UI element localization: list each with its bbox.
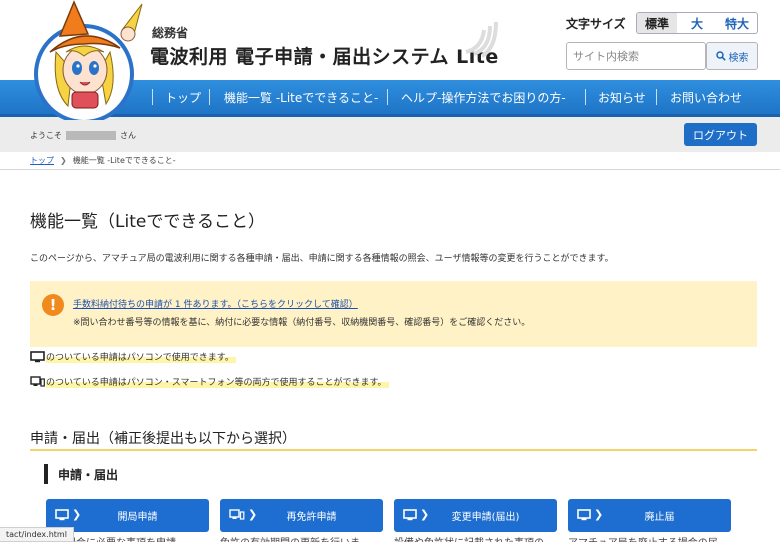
section-title: 申請・届出（補正後提出も以下から選択）: [30, 431, 296, 447]
nav-divider: [209, 89, 210, 105]
card-description: 免許の有効期間の更新を行いま: [220, 534, 383, 542]
legend-pc-mobile-text: のついている申請はパソコン・スマートフォン等の両方で使用することができます。: [46, 375, 389, 388]
breadcrumb-current: 機能一覧 -Liteでできること-: [72, 156, 176, 165]
font-size-xlarge-button[interactable]: 特大: [717, 13, 757, 33]
nav-item-features[interactable]: 機能一覧 -Liteでできること-: [224, 80, 378, 114]
legend-pc-mobile: のついている申請はパソコン・スマートフォン等の両方で使用することができます。: [30, 375, 389, 388]
nav-item-contact[interactable]: お問い合わせ: [670, 80, 742, 114]
pc-mobile-icon: [30, 375, 45, 387]
site-header: 総務省 電波利用 電子申請・届出システム Lite 文字サイズ 標準 大 特大 …: [0, 0, 780, 120]
card-description: 設備や免許状に記載された事項の: [394, 534, 557, 542]
warning-icon: !: [42, 294, 64, 316]
font-size-switcher: 標準 大 特大: [636, 12, 758, 34]
nav-divider: [585, 89, 586, 105]
font-size-label: 文字サイズ: [566, 17, 626, 31]
card-label: 再免許申請: [286, 512, 337, 523]
pending-payment-link[interactable]: 手数料納付待ちの申請が 1 件あります。（こちらをクリックして確認）: [73, 297, 358, 310]
welcome-prefix: ようこそ: [30, 131, 62, 140]
nav-item-help[interactable]: ヘルプ-操作方法でお困りの方-: [401, 80, 566, 114]
page-title: 機能一覧（Liteでできること）: [30, 212, 265, 232]
logout-button[interactable]: ログアウト: [684, 123, 757, 146]
payment-notice: ! 手数料納付待ちの申請が 1 件あります。（こちらをクリックして確認） ※問い…: [30, 281, 757, 347]
status-bar-url: tact/index.html: [0, 527, 74, 542]
user-bar: ようこそ さん ログアウト: [0, 117, 780, 152]
search-button-label: 検索: [728, 52, 749, 64]
welcome-message: ようこそ さん: [30, 130, 136, 141]
card-abolition[interactable]: ❯ 廃止届: [568, 499, 731, 532]
nav-item-news[interactable]: お知らせ: [598, 80, 646, 114]
card-description: アマチュア局を廃止する場合の届: [568, 534, 731, 542]
search-icon: [715, 51, 726, 61]
search-button[interactable]: 検索: [706, 42, 758, 70]
pc-icon: [30, 350, 45, 362]
nav-divider: [387, 89, 388, 105]
legend-pc: のついている申請はパソコンで使用できます。: [30, 350, 236, 363]
ministry-name: 総務省: [152, 26, 189, 40]
nav-divider: [152, 89, 153, 105]
site-title[interactable]: 電波利用 電子申請・届出システム Lite: [150, 42, 499, 69]
notice-subtext: ※問い合わせ番号等の情報を基に、納付に必要な情報（納付番号、収納機関番号、確認番…: [73, 318, 531, 328]
nav-divider: [656, 89, 657, 105]
mascot-logo[interactable]: [22, 0, 150, 120]
site-search-input[interactable]: [566, 42, 706, 70]
breadcrumb-home-link[interactable]: トップ: [30, 155, 54, 166]
font-size-standard-button[interactable]: 標準: [637, 13, 677, 33]
welcome-suffix: さん: [120, 131, 136, 140]
radio-wave-icon: [465, 21, 498, 58]
breadcrumb: トップ ❯ 機能一覧 -Liteでできること-: [0, 152, 780, 170]
subsection-title: 申請・届出: [44, 464, 118, 484]
section-divider: [30, 449, 757, 451]
breadcrumb-chevron-icon: ❯: [60, 156, 67, 165]
card-change-application[interactable]: ❯ 変更申請(届出): [394, 499, 557, 532]
card-label: 変更申請(届出): [451, 512, 520, 523]
nav-item-top[interactable]: トップ: [165, 80, 201, 114]
card-relicense[interactable]: ❯ 再免許申請: [220, 499, 383, 532]
font-size-large-button[interactable]: 大: [677, 13, 717, 33]
intro-text: このページから、アマチュア局の電波利用に関する各種申請・届出、申請に関する各種情…: [30, 254, 614, 264]
card-label: 廃止届: [644, 512, 675, 523]
masked-username: [66, 131, 116, 140]
legend-pc-text: のついている申請はパソコンで使用できます。: [46, 350, 236, 363]
